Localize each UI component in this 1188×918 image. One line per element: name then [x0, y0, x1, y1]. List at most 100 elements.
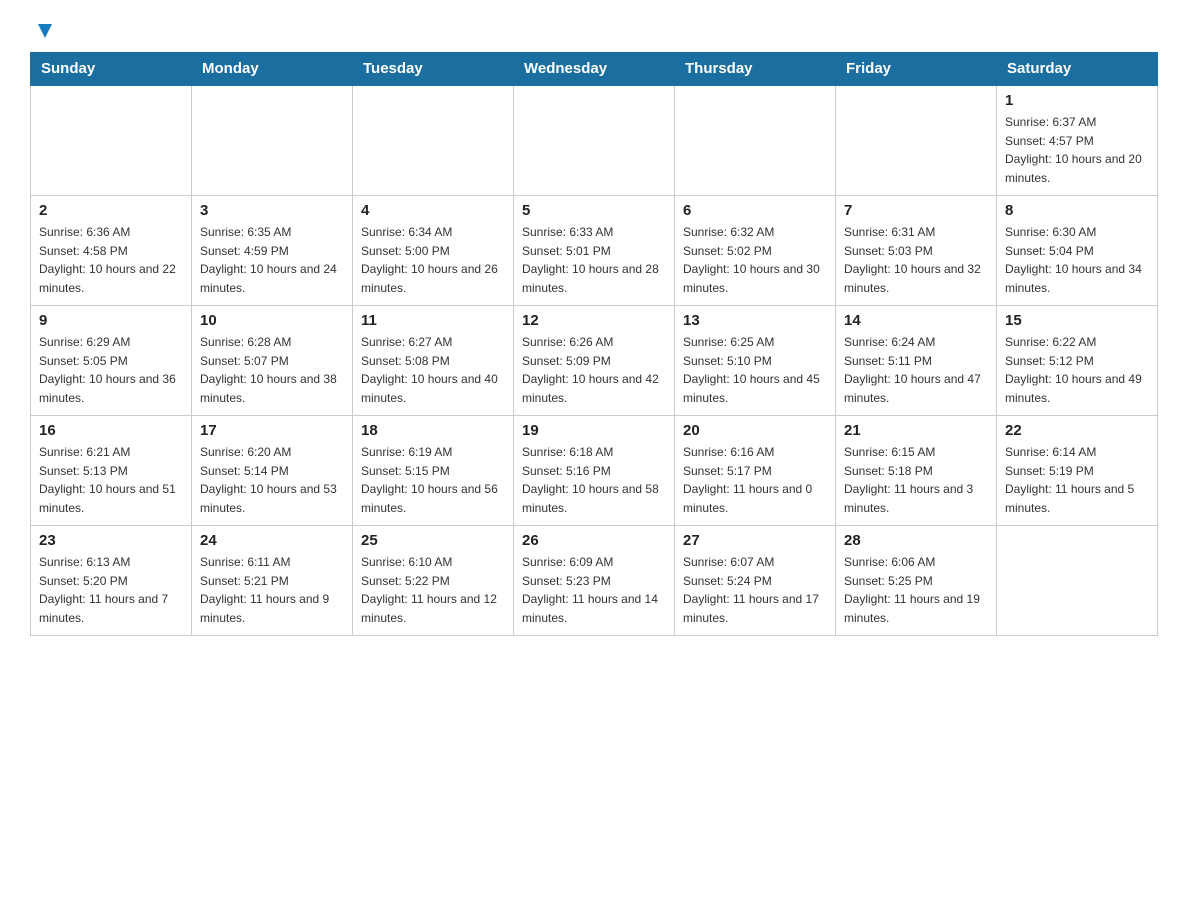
calendar-cell: 9 Sunrise: 6:29 AMSunset: 5:05 PMDaylight… [31, 306, 192, 416]
calendar-week-row: 2 Sunrise: 6:36 AMSunset: 4:58 PMDaylight… [31, 196, 1158, 306]
calendar-cell: 3 Sunrise: 6:35 AMSunset: 4:59 PMDaylight… [192, 196, 353, 306]
day-number: 27 [683, 532, 827, 549]
day-info: Sunrise: 6:11 AMSunset: 5:21 PMDaylight:… [200, 553, 344, 627]
day-info: Sunrise: 6:36 AMSunset: 4:58 PMDaylight:… [39, 223, 183, 297]
day-info: Sunrise: 6:30 AMSunset: 5:04 PMDaylight:… [1005, 223, 1149, 297]
calendar-cell: 25 Sunrise: 6:10 AMSunset: 5:22 PMDayligh… [353, 526, 514, 636]
day-info: Sunrise: 6:27 AMSunset: 5:08 PMDaylight:… [361, 333, 505, 407]
weekday-header-wednesday: Wednesday [514, 52, 675, 86]
day-info: Sunrise: 6:13 AMSunset: 5:20 PMDaylight:… [39, 553, 183, 627]
calendar-cell [836, 86, 997, 196]
calendar-cell: 27 Sunrise: 6:07 AMSunset: 5:24 PMDayligh… [675, 526, 836, 636]
day-number: 6 [683, 202, 827, 219]
day-number: 8 [1005, 202, 1149, 219]
day-info: Sunrise: 6:15 AMSunset: 5:18 PMDaylight:… [844, 443, 988, 517]
calendar-week-row: 23 Sunrise: 6:13 AMSunset: 5:20 PMDayligh… [31, 526, 1158, 636]
day-number: 12 [522, 312, 666, 329]
day-info: Sunrise: 6:14 AMSunset: 5:19 PMDaylight:… [1005, 443, 1149, 517]
weekday-header-monday: Monday [192, 52, 353, 86]
calendar-cell: 22 Sunrise: 6:14 AMSunset: 5:19 PMDayligh… [997, 416, 1158, 526]
weekday-header-row: SundayMondayTuesdayWednesdayThursdayFrid… [31, 52, 1158, 86]
day-info: Sunrise: 6:37 AMSunset: 4:57 PMDaylight:… [1005, 113, 1149, 187]
calendar-cell: 4 Sunrise: 6:34 AMSunset: 5:00 PMDaylight… [353, 196, 514, 306]
day-info: Sunrise: 6:07 AMSunset: 5:24 PMDaylight:… [683, 553, 827, 627]
day-info: Sunrise: 6:31 AMSunset: 5:03 PMDaylight:… [844, 223, 988, 297]
calendar-cell: 2 Sunrise: 6:36 AMSunset: 4:58 PMDaylight… [31, 196, 192, 306]
day-number: 3 [200, 202, 344, 219]
calendar-cell: 18 Sunrise: 6:19 AMSunset: 5:15 PMDayligh… [353, 416, 514, 526]
day-info: Sunrise: 6:34 AMSunset: 5:00 PMDaylight:… [361, 223, 505, 297]
day-info: Sunrise: 6:22 AMSunset: 5:12 PMDaylight:… [1005, 333, 1149, 407]
day-number: 10 [200, 312, 344, 329]
calendar-cell [31, 86, 192, 196]
calendar-cell: 24 Sunrise: 6:11 AMSunset: 5:21 PMDayligh… [192, 526, 353, 636]
day-number: 18 [361, 422, 505, 439]
day-number: 26 [522, 532, 666, 549]
day-info: Sunrise: 6:20 AMSunset: 5:14 PMDaylight:… [200, 443, 344, 517]
day-info: Sunrise: 6:21 AMSunset: 5:13 PMDaylight:… [39, 443, 183, 517]
day-number: 17 [200, 422, 344, 439]
day-info: Sunrise: 6:19 AMSunset: 5:15 PMDaylight:… [361, 443, 505, 517]
day-info: Sunrise: 6:18 AMSunset: 5:16 PMDaylight:… [522, 443, 666, 517]
day-number: 5 [522, 202, 666, 219]
page-header [30, 20, 1158, 42]
weekday-header-saturday: Saturday [997, 52, 1158, 86]
calendar-cell: 5 Sunrise: 6:33 AMSunset: 5:01 PMDaylight… [514, 196, 675, 306]
day-number: 7 [844, 202, 988, 219]
day-info: Sunrise: 6:09 AMSunset: 5:23 PMDaylight:… [522, 553, 666, 627]
calendar-cell [997, 526, 1158, 636]
day-number: 20 [683, 422, 827, 439]
day-number: 21 [844, 422, 988, 439]
day-number: 4 [361, 202, 505, 219]
calendar-week-row: 9 Sunrise: 6:29 AMSunset: 5:05 PMDaylight… [31, 306, 1158, 416]
calendar-cell [192, 86, 353, 196]
calendar-cell: 20Sunrise: 6:16 AMSunset: 5:17 PMDayligh… [675, 416, 836, 526]
weekday-header-sunday: Sunday [31, 52, 192, 86]
day-number: 28 [844, 532, 988, 549]
logo-triangle-icon [34, 20, 56, 42]
calendar-week-row: 16 Sunrise: 6:21 AMSunset: 5:13 PMDayligh… [31, 416, 1158, 526]
weekday-header-tuesday: Tuesday [353, 52, 514, 86]
calendar-cell: 19 Sunrise: 6:18 AMSunset: 5:16 PMDayligh… [514, 416, 675, 526]
day-number: 16 [39, 422, 183, 439]
calendar-cell: 10 Sunrise: 6:28 AMSunset: 5:07 PMDayligh… [192, 306, 353, 416]
calendar-cell: 26 Sunrise: 6:09 AMSunset: 5:23 PMDayligh… [514, 526, 675, 636]
calendar-cell: 28 Sunrise: 6:06 AMSunset: 5:25 PMDayligh… [836, 526, 997, 636]
calendar-cell: 7 Sunrise: 6:31 AMSunset: 5:03 PMDaylight… [836, 196, 997, 306]
day-number: 22 [1005, 422, 1149, 439]
day-number: 2 [39, 202, 183, 219]
calendar-cell: 16 Sunrise: 6:21 AMSunset: 5:13 PMDayligh… [31, 416, 192, 526]
day-number: 25 [361, 532, 505, 549]
day-number: 15 [1005, 312, 1149, 329]
day-info: Sunrise: 6:24 AMSunset: 5:11 PMDaylight:… [844, 333, 988, 407]
calendar-cell: 17 Sunrise: 6:20 AMSunset: 5:14 PMDayligh… [192, 416, 353, 526]
calendar-cell: 12 Sunrise: 6:26 AMSunset: 5:09 PMDayligh… [514, 306, 675, 416]
day-info: Sunrise: 6:28 AMSunset: 5:07 PMDaylight:… [200, 333, 344, 407]
day-number: 23 [39, 532, 183, 549]
weekday-header-friday: Friday [836, 52, 997, 86]
calendar-cell: 11 Sunrise: 6:27 AMSunset: 5:08 PMDayligh… [353, 306, 514, 416]
calendar-cell: 6Sunrise: 6:32 AMSunset: 5:02 PMDaylight… [675, 196, 836, 306]
calendar-cell: 8 Sunrise: 6:30 AMSunset: 5:04 PMDaylight… [997, 196, 1158, 306]
day-info: Sunrise: 6:29 AMSunset: 5:05 PMDaylight:… [39, 333, 183, 407]
logo [30, 20, 56, 42]
calendar-cell: 13Sunrise: 6:25 AMSunset: 5:10 PMDayligh… [675, 306, 836, 416]
day-info: Sunrise: 6:10 AMSunset: 5:22 PMDaylight:… [361, 553, 505, 627]
day-number: 24 [200, 532, 344, 549]
calendar-cell: 23 Sunrise: 6:13 AMSunset: 5:20 PMDayligh… [31, 526, 192, 636]
day-info: Sunrise: 6:26 AMSunset: 5:09 PMDaylight:… [522, 333, 666, 407]
day-number: 14 [844, 312, 988, 329]
day-info: Sunrise: 6:35 AMSunset: 4:59 PMDaylight:… [200, 223, 344, 297]
calendar-week-row: 1 Sunrise: 6:37 AMSunset: 4:57 PMDaylight… [31, 86, 1158, 196]
calendar-cell: 21 Sunrise: 6:15 AMSunset: 5:18 PMDayligh… [836, 416, 997, 526]
calendar-cell: 1 Sunrise: 6:37 AMSunset: 4:57 PMDaylight… [997, 86, 1158, 196]
calendar-cell [353, 86, 514, 196]
calendar-cell: 15 Sunrise: 6:22 AMSunset: 5:12 PMDayligh… [997, 306, 1158, 416]
day-number: 11 [361, 312, 505, 329]
day-info: Sunrise: 6:33 AMSunset: 5:01 PMDaylight:… [522, 223, 666, 297]
weekday-header-thursday: Thursday [675, 52, 836, 86]
day-number: 1 [1005, 92, 1149, 109]
day-info: Sunrise: 6:06 AMSunset: 5:25 PMDaylight:… [844, 553, 988, 627]
day-number: 9 [39, 312, 183, 329]
day-number: 19 [522, 422, 666, 439]
